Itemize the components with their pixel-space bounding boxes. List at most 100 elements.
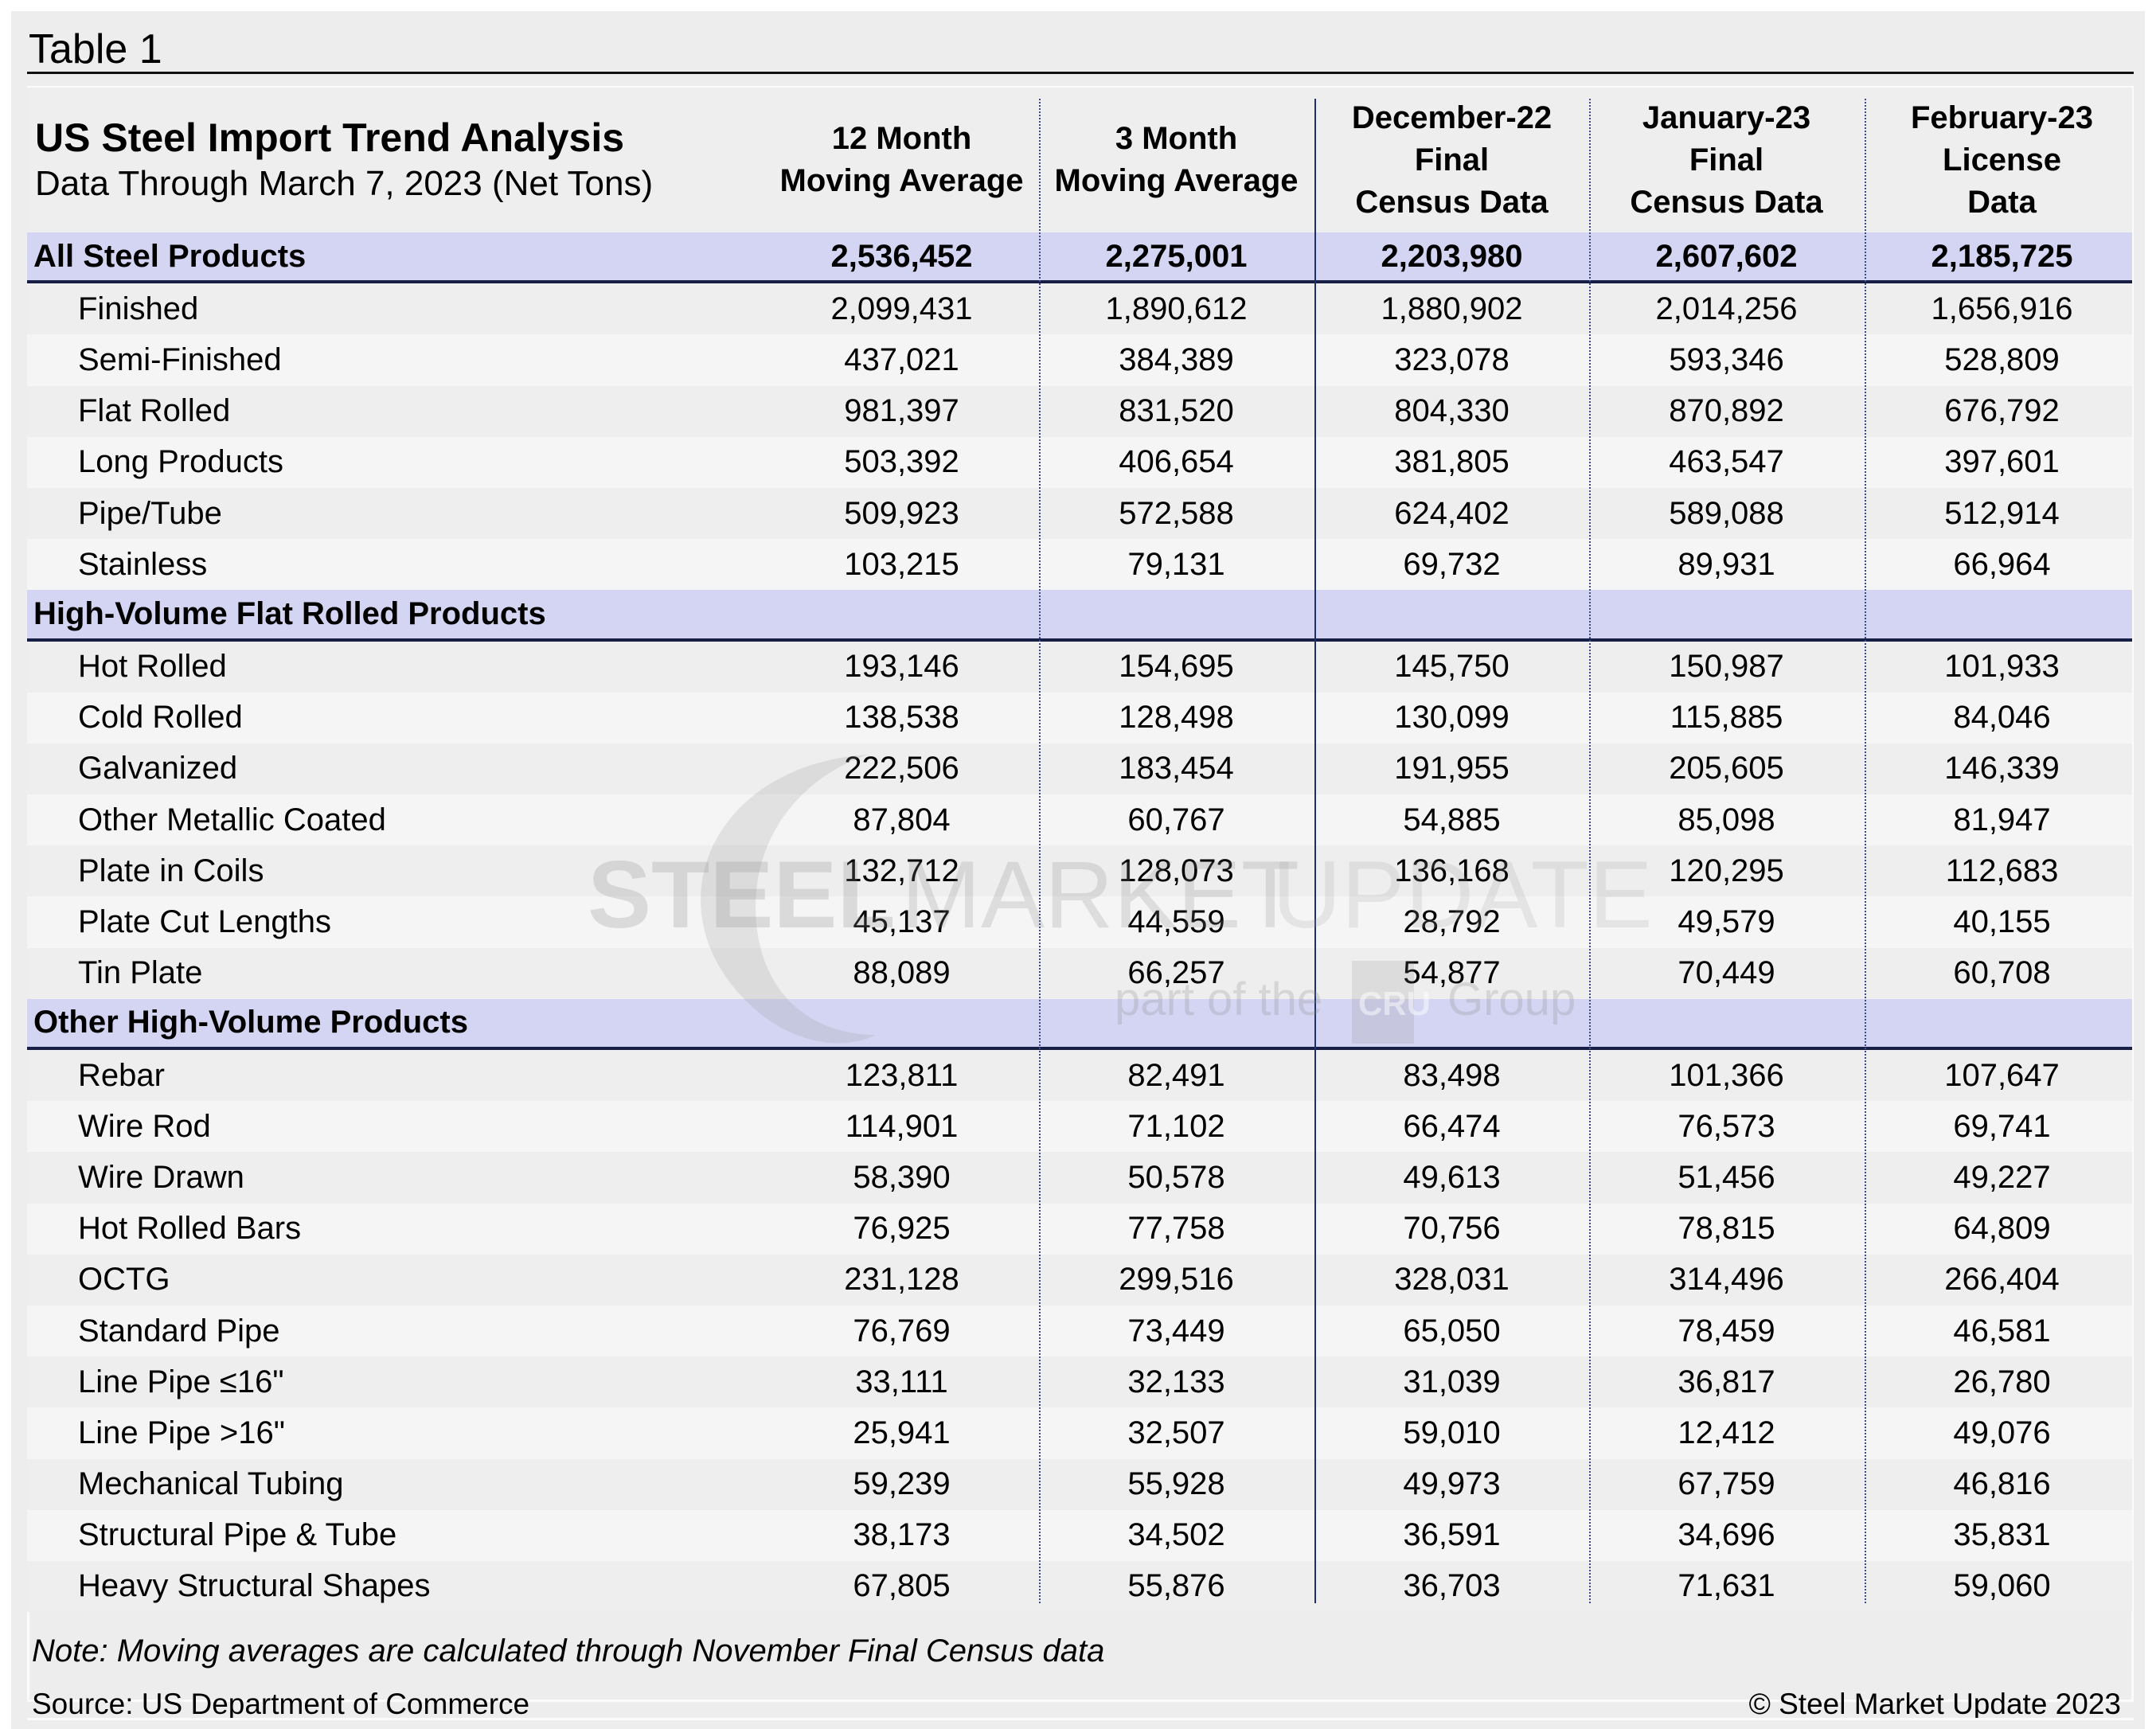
value-cell: 804,330 [1394,393,1510,429]
row-label: Plate in Coils [78,853,264,888]
value-cell: 397,601 [1944,444,2060,480]
table-row: Other Metallic Coated 87,804 60,767 54,885 8… [27,794,2132,846]
value-cell: 1,656,916 [1931,291,2073,326]
value-cell: 981,397 [844,393,959,429]
value-cell: 49,613 [1403,1159,1501,1195]
value-cell: 130,099 [1394,700,1510,736]
column-divider [1589,99,1591,1603]
value-cell: 79,131 [1127,546,1225,582]
value-cell: 78,815 [1678,1211,1775,1247]
row-label: Flat Rolled [78,393,231,429]
value-cell: 77,758 [1127,1211,1225,1247]
value-cell: 107,647 [1944,1057,2060,1093]
column-divider [1314,99,1316,1603]
value-cell: 76,573 [1678,1108,1775,1144]
column-header-3-month-average: 3 Month Moving Average [1054,121,1299,198]
value-cell: 2,014,256 [1655,291,1798,326]
table-row: Finished 2,099,431 1,890,612 1,880,902 2,014… [27,283,2132,335]
value-cell: 28,792 [1403,904,1501,940]
value-cell: 66,474 [1403,1108,1501,1144]
value-cell: 81,947 [1953,802,2051,837]
section-label: Other High-Volume Products [33,1005,468,1040]
row-label: Structural Pipe & Tube [78,1517,397,1553]
value-cell: 36,591 [1403,1517,1501,1553]
table-row: Hot Rolled Bars 76,925 77,758 70,756 78,815 6… [27,1203,2132,1255]
row-label: Cold Rolled [78,700,243,736]
value-cell: 101,366 [1669,1057,1784,1093]
section-header-row: High-Volume Flat Rolled Products [27,590,2132,642]
value-cell: 231,128 [844,1262,959,1298]
value-cell: 84,046 [1953,700,2051,736]
row-label: Semi-Finished [78,342,282,377]
value-cell: 145,750 [1394,649,1510,685]
table-body: All Steel Products 2,536,452 2,275,001 2,20… [27,232,2132,1613]
value-cell: 83,498 [1403,1057,1501,1093]
row-label: Hot Rolled Bars [78,1211,302,1247]
value-cell: 183,454 [1119,751,1234,786]
table-title: US Steel Import Trend Analysis [35,115,625,160]
value-cell: 71,631 [1678,1568,1775,1604]
column-header-december-22: December-22 Final Census Data [1351,100,1553,220]
row-label: Heavy Structural Shapes [78,1568,431,1604]
value-cell: 33,111 [855,1364,948,1399]
value-cell: 71,102 [1127,1108,1225,1144]
value-cell: 67,759 [1678,1466,1775,1502]
value-cell: 40,155 [1953,904,2051,940]
column-header-february-23: February-23 License Data [1911,100,2093,220]
section-total-cell: 2,536,452 [830,238,973,274]
value-cell: 381,805 [1394,444,1510,480]
value-cell: 55,876 [1127,1568,1225,1604]
value-cell: 60,767 [1127,802,1225,837]
table-header: US Steel Import Trend Analysis Data Thro… [27,88,2132,232]
value-cell: 85,098 [1678,802,1775,837]
row-label: Finished [78,291,199,326]
value-cell: 384,389 [1119,342,1234,377]
row-label: Other Metallic Coated [78,802,386,837]
value-cell: 503,392 [844,444,959,480]
value-cell: 49,973 [1403,1466,1501,1502]
value-cell: 2,099,431 [830,291,973,326]
value-cell: 1,880,902 [1381,291,1523,326]
table-row: Heavy Structural Shapes 67,805 55,876 36,70… [27,1560,2132,1613]
row-label: Long Products [78,444,283,480]
value-cell: 46,816 [1953,1466,2051,1502]
value-cell: 114,901 [845,1108,959,1144]
value-cell: 205,605 [1669,751,1784,786]
row-label: Line Pipe ≤16" [78,1364,284,1399]
value-cell: 64,809 [1953,1211,2051,1247]
value-cell: 138,538 [844,700,959,736]
column-header-january-23: January-23 Final Census Data [1630,100,1823,220]
value-cell: 46,581 [1953,1313,2051,1348]
value-cell: 128,073 [1119,853,1234,888]
table-row: Line Pipe >16" 25,941 32,507 59,010 12,412 49… [27,1407,2132,1459]
table-row: Long Products 503,392 406,654 381,805 463,54… [27,436,2132,488]
value-cell: 123,811 [845,1057,959,1093]
table-label: Table 1 [29,26,162,72]
value-cell: 31,039 [1403,1364,1501,1399]
table-subtitle: Data Through March 7, 2023 (Net Tons) [35,164,654,203]
table-row: Tin Plate 88,089 66,257 54,877 70,449 60,708 [27,947,2132,999]
value-cell: 59,010 [1403,1415,1501,1450]
table-row: Standard Pipe 76,769 73,449 65,050 78,459 46,… [27,1305,2132,1357]
value-cell: 26,780 [1953,1364,2051,1399]
value-cell: 103,215 [844,546,959,582]
value-cell: 49,076 [1953,1415,2051,1450]
value-cell: 589,088 [1669,495,1784,531]
value-cell: 65,050 [1403,1313,1501,1348]
value-cell: 76,925 [853,1211,951,1247]
value-cell: 70,756 [1403,1211,1501,1247]
value-cell: 463,547 [1669,444,1784,480]
value-cell: 70,449 [1678,955,1775,991]
source-text: Source: US Department of Commerce [32,1688,530,1720]
value-cell: 222,506 [844,751,959,786]
row-label: Galvanized [78,751,238,786]
value-cell: 870,892 [1669,393,1784,429]
value-cell: 32,133 [1127,1364,1225,1399]
section-header-row: Other High-Volume Products [27,998,2132,1050]
value-cell: 676,792 [1944,393,2060,429]
table-row: Rebar 123,811 82,491 83,498 101,366 107,647 [27,1050,2132,1102]
value-cell: 35,831 [1953,1517,2051,1553]
footnote: Note: Moving averages are calculated thr… [32,1633,1105,1669]
value-cell: 51,456 [1678,1159,1775,1195]
bottom-rule [27,1718,2134,1720]
